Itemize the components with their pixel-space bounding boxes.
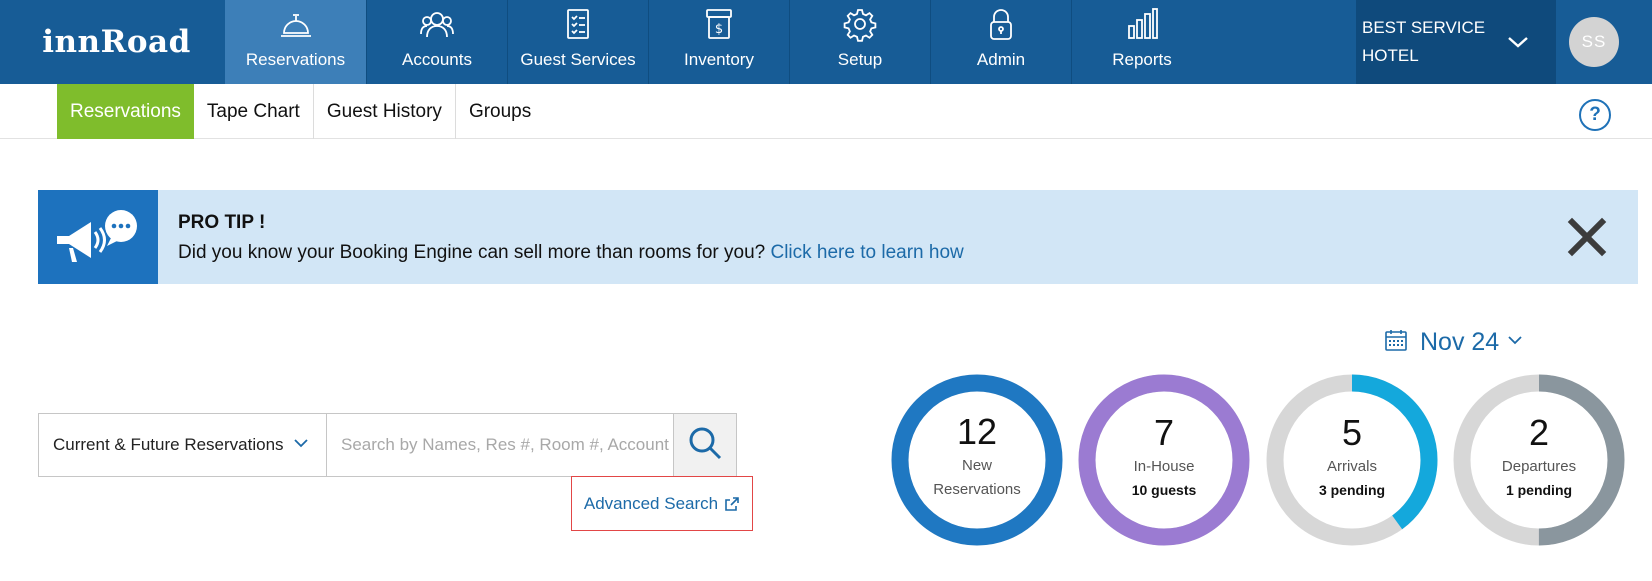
selected-date: Nov 24 [1420,328,1500,356]
stat-label: In-House [1133,458,1195,475]
clipboard-list-icon [560,6,596,42]
hotel-name-line1: BEST SERVICE [1362,18,1486,37]
nav-item-reports[interactable]: Reports [1071,0,1212,84]
nav-item-label: Reservations [245,50,346,69]
stat-label: Departures [1501,458,1577,475]
close-icon[interactable] [1566,216,1608,258]
stat-arrivals[interactable]: 5 Arrivals 3 pending [1266,374,1438,546]
nav-item-admin[interactable]: Admin [930,0,1071,84]
stat-in-house[interactable]: 7 In-House 10 guests [1078,374,1250,546]
service-bell-icon [278,6,314,42]
help-button[interactable]: ? [1579,99,1611,131]
nav-item-accounts[interactable]: Accounts [366,0,507,84]
stat-new-reservations[interactable]: 12 New Reservations [891,374,1063,546]
calendar-icon [1384,328,1408,357]
date-picker[interactable]: Nov 24 [1384,328,1523,357]
stat-sub-label: 1 pending [1505,482,1573,498]
stat-number: 7 [1153,412,1175,453]
tab-reservations[interactable]: Reservations [57,84,194,139]
nav-item-label: Inventory [684,50,754,69]
search-input[interactable] [327,414,673,476]
chevron-down-icon [293,435,308,455]
pro-tip-message: Did you know your Booking Engine can sel… [178,242,771,263]
stat-number: 5 [1341,412,1363,453]
gear-icon [842,6,878,42]
stat-sub-label: 10 guests [1131,482,1197,498]
main-menu: Reservations Accounts Guest Services $ I… [225,0,1212,84]
pro-tip-banner: PRO TIP ! Did you know your Booking Engi… [38,190,1638,284]
dollar-box-icon: $ [701,6,737,42]
hotel-name: BEST SERVICE HOTEL [1362,14,1512,70]
stat-label-line2: Reservations [933,481,1021,498]
stat-content: 2 Departures 1 pending [1453,374,1625,546]
nav-item-reservations[interactable]: Reservations [225,0,366,84]
stat-content: 7 In-House 10 guests [1078,374,1250,546]
nav-item-label: Admin [976,50,1026,69]
stat-label: Arrivals [1326,458,1377,475]
nav-item-setup[interactable]: Setup [789,0,930,84]
search-button[interactable] [673,414,736,476]
hotel-name-line2: HOTEL [1362,46,1419,65]
stat-sub-label: 3 pending [1318,482,1386,498]
chevron-down-icon [1506,30,1530,59]
stat-departures[interactable]: 2 Departures 1 pending [1453,374,1625,546]
advanced-search-label: Advanced Search [583,493,719,513]
stat-label-line1: New [961,457,992,474]
chevron-down-icon [1507,332,1523,353]
svg-text:$: $ [715,22,723,37]
search-icon [687,425,723,466]
tab-groups[interactable]: Groups [456,84,544,139]
users-icon [419,6,455,42]
lock-icon [983,6,1019,42]
reservation-tabs: Reservations Tape Chart Guest History Gr… [57,84,544,139]
nav-item-guest-services[interactable]: Guest Services [507,0,648,84]
app-logo[interactable]: innRoad [0,0,225,84]
nav-item-label: Setup [837,50,883,69]
learn-how-link[interactable]: Click here to learn how [770,242,963,263]
advanced-search-link[interactable]: Advanced Search [571,476,753,531]
megaphone-icon [38,190,158,284]
tab-guest-history[interactable]: Guest History [314,84,456,139]
nav-item-inventory[interactable]: $ Inventory [648,0,789,84]
reservation-filter-dropdown[interactable]: Current & Future Reservations [39,414,327,476]
bar-chart-icon [1124,6,1160,42]
pro-tip-title: PRO TIP ! [178,212,266,233]
filter-value: Current & Future Reservations [53,435,284,454]
tab-tape-chart[interactable]: Tape Chart [194,84,314,139]
nav-item-label: Guest Services [520,50,636,69]
stat-label: New Reservations [933,454,1021,502]
external-link-icon [725,496,739,511]
stat-content: 5 Arrivals 3 pending [1266,374,1438,546]
sub-navigation: Reservations Tape Chart Guest History Gr… [0,84,1652,139]
top-navigation: innRoad Reservations Accounts Guest Serv… [0,0,1652,84]
stat-content: 12 New Reservations [891,374,1063,546]
stat-number: 2 [1528,412,1550,453]
stat-number: 12 [956,411,998,452]
nav-item-label: Accounts [402,50,472,69]
user-avatar[interactable]: SS [1569,17,1619,67]
hotel-selector[interactable]: BEST SERVICE HOTEL [1356,0,1556,84]
pro-tip-text: Did you know your Booking Engine can sel… [178,242,964,264]
nav-item-label: Reports [1112,50,1172,69]
reservation-search: Current & Future Reservations [38,413,737,477]
